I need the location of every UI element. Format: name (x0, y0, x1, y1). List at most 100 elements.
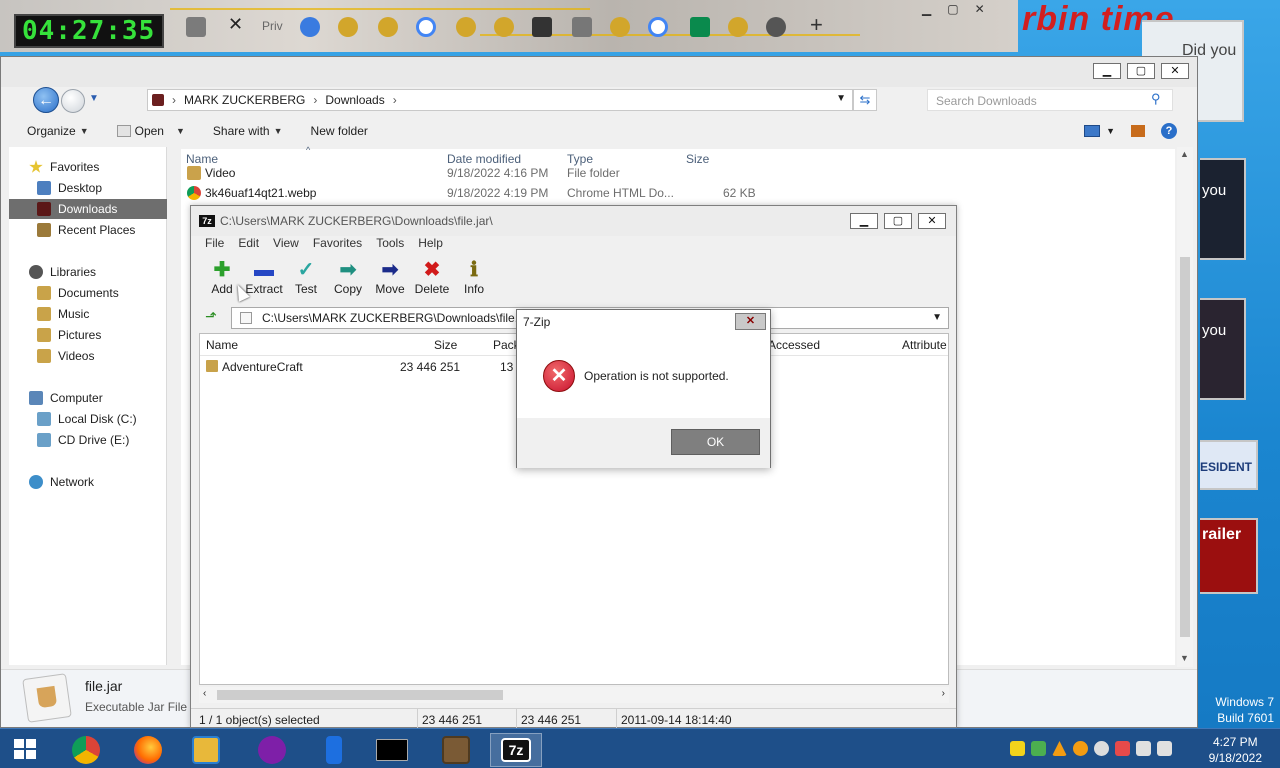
taskbar-chrome[interactable] (60, 733, 112, 767)
taskbar-explorer[interactable] (180, 733, 232, 767)
browser-window-controls[interactable]: ▁▢✕ (922, 2, 1001, 16)
horizontal-scrollbar[interactable]: ‹ › (199, 687, 949, 703)
tray-app-icon[interactable] (1094, 741, 1109, 756)
vertical-scrollbar[interactable]: ▲ ▼ (1177, 147, 1193, 667)
sidebar-item-local-disk[interactable]: Local Disk (C:) (9, 409, 167, 429)
change-view-button[interactable]: ▼ (1084, 125, 1115, 137)
taskbar-cmd[interactable] (366, 733, 418, 767)
delete-button[interactable]: ✖ Delete (411, 258, 453, 296)
explorer-titlebar[interactable]: ▁ ▢ ✕ (1, 57, 1197, 87)
sidebar-item-music[interactable]: Music (9, 304, 167, 324)
column-header-size[interactable]: Size (434, 338, 457, 352)
browser-tab-icon[interactable] (572, 17, 592, 37)
minimize-button[interactable]: ▁ (1093, 63, 1121, 79)
browser-tab-icon[interactable] (690, 17, 710, 37)
browser-tab-icon[interactable] (610, 17, 630, 37)
scrollbar-thumb[interactable] (1180, 257, 1190, 637)
browser-tab-icon[interactable] (378, 17, 398, 37)
sidebar-item-cd-drive[interactable]: CD Drive (E:) (9, 430, 167, 450)
table-row[interactable]: 3k46uaf14qt21.webp 9/18/2022 4:19 PM Chr… (181, 183, 1175, 203)
network-tray-icon[interactable] (1136, 741, 1151, 756)
help-icon[interactable]: ? (1161, 123, 1177, 139)
taskbar-firefox[interactable] (122, 733, 174, 767)
browser-tab-icon[interactable] (186, 17, 206, 37)
preview-pane-icon[interactable] (1131, 125, 1145, 137)
table-row[interactable]: Video 9/18/2022 4:16 PM File folder (181, 163, 1175, 183)
copy-button[interactable]: ➡ Copy (327, 258, 369, 296)
open-button[interactable]: Open ▼ (116, 124, 185, 138)
share-with-button[interactable]: Share with ▼ (213, 124, 283, 138)
sidebar-item-computer[interactable]: Computer (9, 388, 167, 408)
taskbar-7zip[interactable]: 7z (490, 733, 542, 767)
new-tab-button[interactable]: + (810, 12, 823, 38)
browser-tab-icon[interactable] (494, 17, 514, 37)
menu-view[interactable]: View (273, 236, 299, 250)
search-icon[interactable]: ⚲ (1151, 91, 1161, 107)
search-input[interactable]: Search Downloads (927, 89, 1173, 111)
info-button[interactable]: ℹ Info (453, 258, 495, 296)
sidebar-item-favorites[interactable]: Favorites (9, 157, 167, 177)
column-header-attributes[interactable]: Attribute (902, 338, 947, 352)
browser-tab-private[interactable]: Priv (262, 19, 283, 33)
browser-tab-icon[interactable] (728, 17, 748, 37)
sidebar-item-desktop[interactable]: Desktop (9, 178, 167, 198)
move-button[interactable]: ➡ Move (369, 258, 411, 296)
organize-button[interactable]: Organize ▼ (27, 124, 89, 138)
address-bar[interactable]: › MARK ZUCKERBERG › Downloads › ▼ (147, 89, 853, 111)
menu-edit[interactable]: Edit (238, 236, 259, 250)
sidebar-item-videos[interactable]: Videos (9, 346, 167, 366)
tray-app-icon[interactable] (1031, 741, 1046, 756)
sidebar-item-recent-places[interactable]: Recent Places (9, 220, 167, 240)
scroll-left-icon[interactable]: ‹ (203, 688, 206, 699)
taskbar-minecraft[interactable] (430, 733, 482, 767)
column-header-name[interactable]: Name (206, 338, 238, 352)
browser-tab-icon[interactable] (532, 17, 552, 37)
taskbar-clock[interactable]: 4:27 PM 9/18/2022 (1209, 734, 1262, 766)
browser-tab-icon[interactable] (456, 17, 476, 37)
volume-icon[interactable] (1157, 741, 1172, 756)
close-button[interactable]: ✕ (1161, 63, 1189, 79)
scroll-up-icon[interactable]: ▲ (1180, 149, 1189, 159)
maximize-button[interactable]: ▢ (884, 213, 912, 229)
extract-button[interactable]: ▬ Extract (243, 258, 285, 296)
browser-tab-icon[interactable] (766, 17, 786, 37)
browser-tab-icon[interactable] (338, 17, 358, 37)
sidebar-item-downloads[interactable]: Downloads (9, 199, 167, 219)
vlc-icon[interactable] (1052, 741, 1067, 756)
menu-help[interactable]: Help (418, 236, 443, 250)
chevron-down-icon[interactable]: ▼ (932, 312, 942, 323)
up-folder-icon[interactable]: ⬏ (201, 308, 221, 328)
sidebar-item-pictures[interactable]: Pictures (9, 325, 167, 345)
menu-tools[interactable]: Tools (376, 236, 404, 250)
breadcrumb-downloads[interactable]: Downloads (325, 93, 384, 107)
address-dropdown-icon[interactable]: ▼ (836, 93, 846, 104)
forward-button[interactable] (61, 89, 85, 113)
sidebar-item-network[interactable]: Network (9, 472, 167, 492)
start-button[interactable] (14, 739, 36, 759)
scroll-right-icon[interactable]: › (942, 688, 945, 699)
7zip-titlebar[interactable]: 7z C:\Users\MARK ZUCKERBERG\Downloads\fi… (191, 206, 956, 236)
scrollbar-thumb[interactable] (217, 690, 503, 700)
close-button[interactable]: ✕ (918, 213, 946, 229)
notes-icon[interactable] (1010, 741, 1025, 756)
tray-search-icon[interactable] (1073, 741, 1088, 756)
new-folder-button[interactable]: New folder (311, 124, 368, 138)
dialog-close-button[interactable]: ✕ (735, 313, 766, 330)
minimize-button[interactable]: ▁ (850, 213, 878, 229)
google-drive-tab-icon[interactable] (300, 17, 320, 37)
close-tab-icon[interactable]: ✕ (228, 14, 243, 35)
flag-icon[interactable] (1115, 741, 1130, 756)
test-button[interactable]: ✓ Test (285, 258, 327, 296)
menu-favorites[interactable]: Favorites (313, 236, 362, 250)
refresh-button[interactable]: ⇆ (853, 89, 877, 111)
maximize-button[interactable]: ▢ (1127, 63, 1155, 79)
column-header-accessed[interactable]: Accessed (768, 338, 820, 352)
google-tab-icon[interactable] (648, 17, 668, 37)
breadcrumb-user[interactable]: MARK ZUCKERBERG (184, 93, 305, 107)
back-button[interactable]: ← (33, 87, 59, 113)
sidebar-item-documents[interactable]: Documents (9, 283, 167, 303)
google-tab-icon[interactable] (416, 17, 436, 37)
ok-button[interactable]: OK (671, 429, 760, 455)
sidebar-item-libraries[interactable]: Libraries (9, 262, 167, 282)
menu-file[interactable]: File (205, 236, 224, 250)
